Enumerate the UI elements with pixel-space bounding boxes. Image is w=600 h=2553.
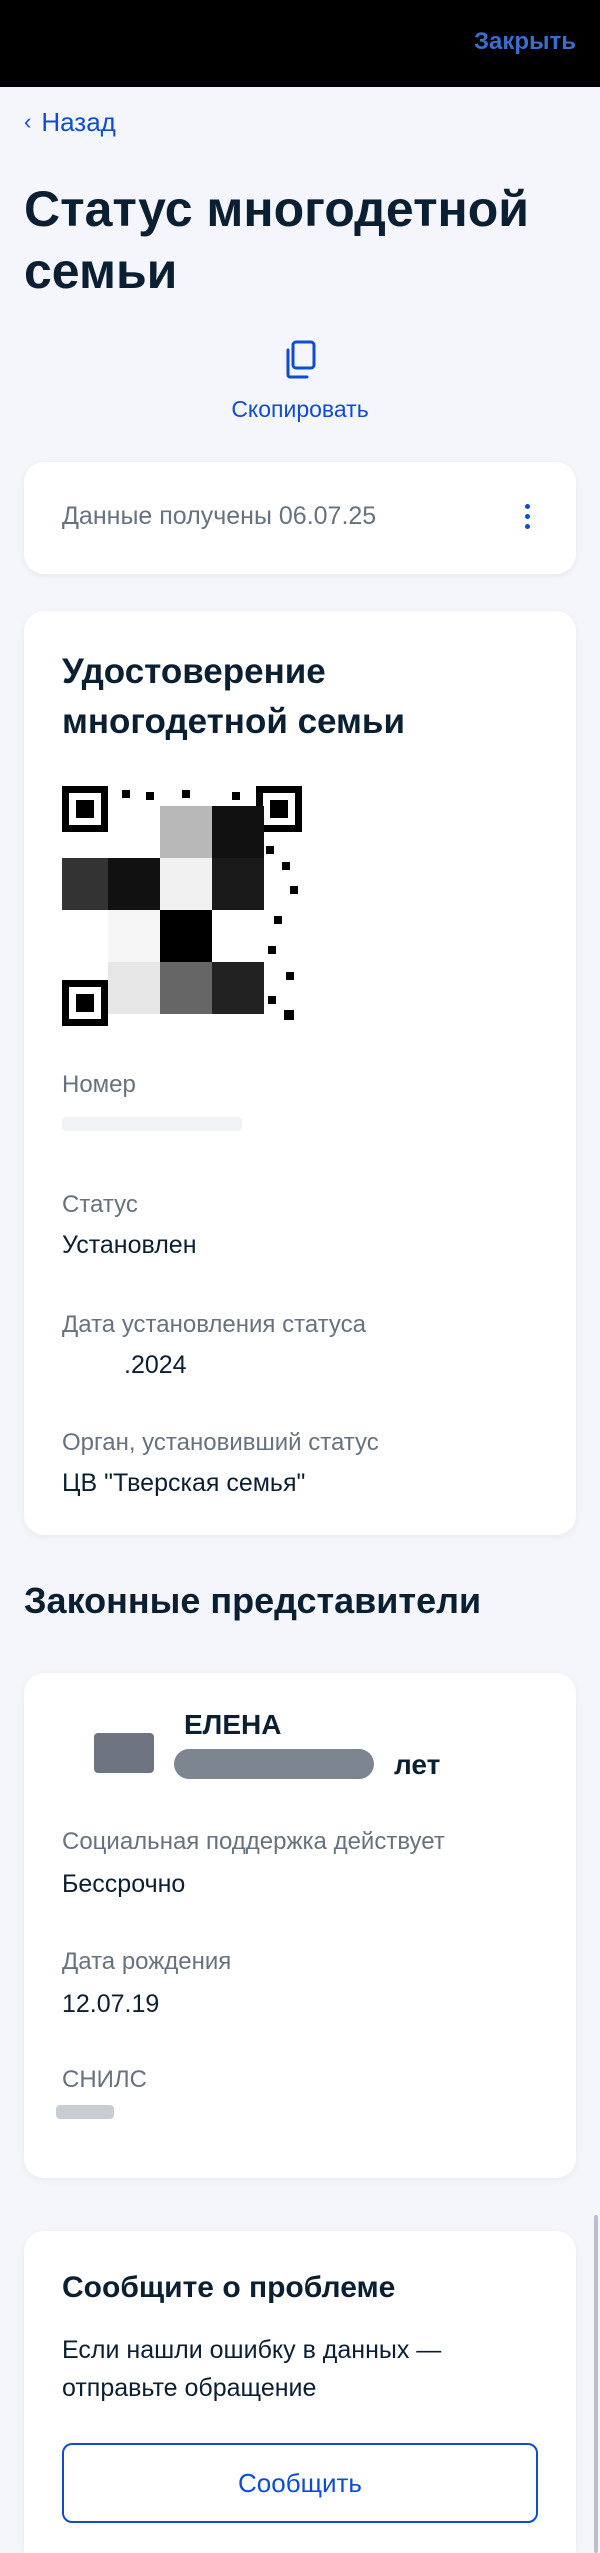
data-received-text: Данные получены 06.07.25	[62, 502, 377, 530]
birthdate-value: 12.07.19	[62, 1990, 160, 2018]
copy-button[interactable]: Скопировать	[0, 340, 600, 423]
copy-label: Скопировать	[231, 396, 369, 422]
status-label: Статус	[62, 1191, 138, 1218]
representatives-title: Законные представители	[24, 1580, 482, 1621]
scrollbar[interactable]	[594, 2215, 598, 2553]
snils-redacted	[56, 2105, 114, 2119]
status-date-value: .2024	[124, 1351, 187, 1379]
authority-value: ЦВ "Тверская семья"	[62, 1469, 306, 1497]
certificate-title: Удостоверение многодетной семьи	[62, 652, 405, 741]
name-redacted-2	[174, 1749, 374, 1779]
back-link[interactable]: ‹ Назад	[24, 107, 116, 138]
back-label: Назад	[41, 107, 116, 137]
problem-description: Если нашли ошибку в данных — отправьте о…	[62, 2336, 442, 2402]
problem-title: Сообщите о проблеме	[62, 2271, 396, 2304]
support-value: Бессрочно	[62, 1870, 186, 1898]
representative-age: лет	[394, 1749, 441, 1780]
birthdate-label: Дата рождения	[62, 1948, 232, 1975]
chevron-left-icon: ‹	[24, 108, 32, 134]
data-received-card: Данные получены 06.07.25	[24, 462, 576, 574]
close-link[interactable]: Закрыть	[474, 28, 576, 56]
copy-icon	[286, 340, 316, 379]
status-value: Установлен	[62, 1231, 197, 1259]
page-title: Статус многодетной семьи	[24, 181, 530, 299]
name-redacted	[94, 1733, 154, 1773]
authority-label: Орган, установивший статус	[62, 1429, 379, 1456]
top-bar: Закрыть	[0, 0, 600, 87]
snils-label: СНИЛС	[62, 2066, 147, 2093]
representative-card: ЕЛЕНА лет Социальная поддержка действует…	[24, 1673, 576, 2178]
report-problem-card: Сообщите о проблеме Если нашли ошибку в …	[24, 2231, 576, 2553]
qr-code-image	[62, 786, 302, 1026]
status-date-label: Дата установления статуса	[62, 1311, 366, 1338]
report-button[interactable]: Сообщить	[62, 2443, 538, 2523]
number-redacted	[62, 1117, 242, 1131]
support-label: Социальная поддержка действует	[62, 1828, 445, 1855]
certificate-card: Удостоверение многодетной семьи Номер Ст…	[24, 611, 576, 1535]
number-label: Номер	[62, 1071, 136, 1098]
kebab-menu-icon[interactable]	[525, 504, 530, 529]
representative-name: ЕЛЕНА	[184, 1709, 282, 1740]
